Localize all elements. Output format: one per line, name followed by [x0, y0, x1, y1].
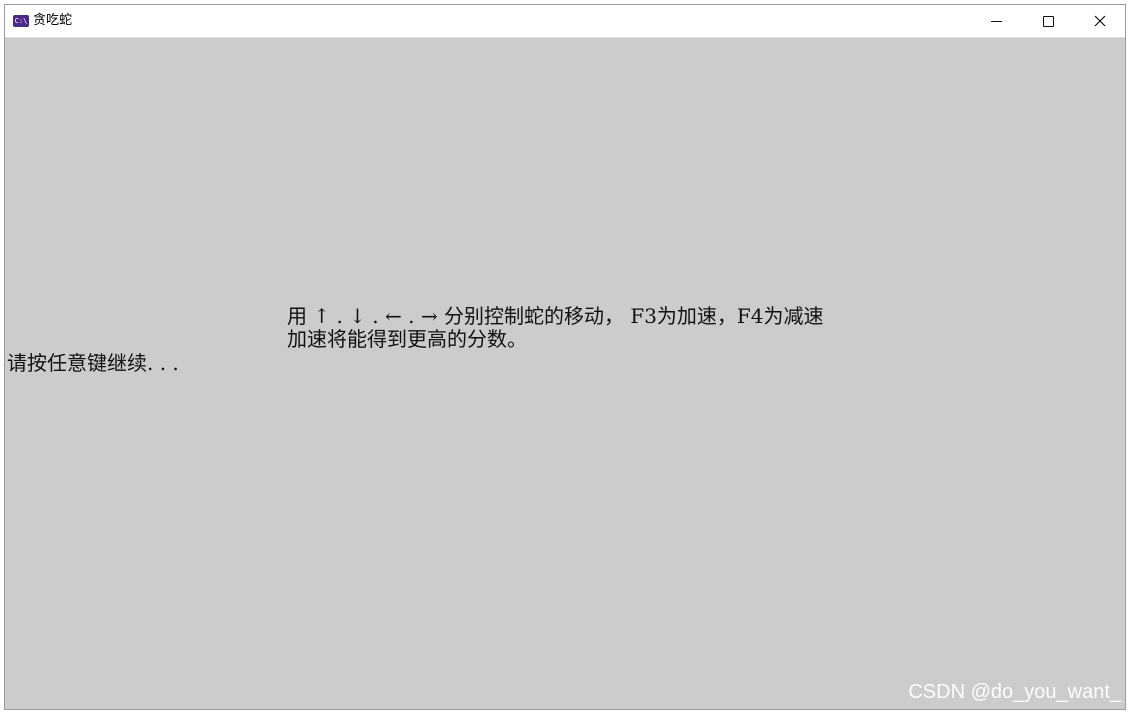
instruction-text-line-2: 加速将能得到更高的分数。: [287, 327, 527, 351]
maximize-icon: [1042, 15, 1054, 27]
console-app-icon: C:\: [13, 15, 29, 27]
instruction-text-line-1: 用 ↑ . ↓ . ← . → 分别控制蛇的移动， F3为加速，F4为减速: [287, 304, 824, 328]
csdn-watermark: CSDN @do_you_want_: [908, 681, 1121, 703]
title-bar[interactable]: C:\ 贪吃蛇: [5, 5, 1125, 38]
close-button[interactable]: [1075, 5, 1125, 37]
minimize-button[interactable]: [971, 5, 1021, 37]
snake-console-window: C:\ 贪吃蛇 用 ↑ . ↓ . ← . → 分别控制蛇的移动， F3为加速，…: [4, 4, 1126, 710]
minimize-icon: [990, 20, 1002, 22]
close-icon: [1094, 15, 1106, 27]
console-client-area[interactable]: 用 ↑ . ↓ . ← . → 分别控制蛇的移动， F3为加速，F4为减速 加速…: [5, 38, 1125, 709]
window-title: 贪吃蛇: [33, 13, 73, 28]
maximize-button[interactable]: [1023, 5, 1073, 37]
pause-prompt: 请按任意键继续. . .: [7, 351, 179, 375]
